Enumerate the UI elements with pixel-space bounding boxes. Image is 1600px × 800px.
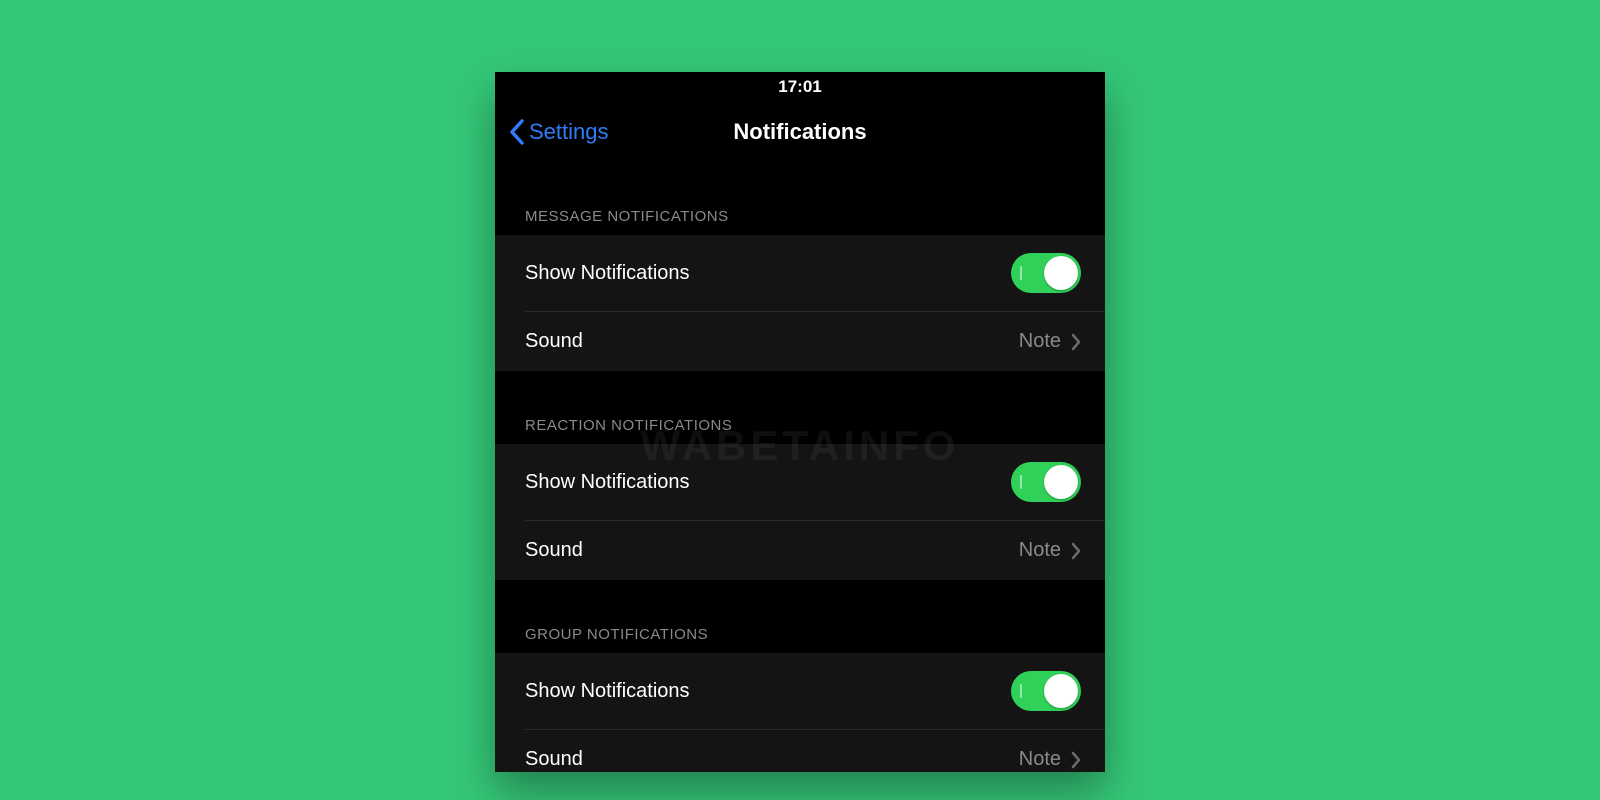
toggle-show-notifications[interactable]: [1011, 462, 1081, 502]
section-header-message: MESSAGE NOTIFICATIONS: [495, 208, 1105, 235]
row-label: Show Notifications: [525, 262, 690, 285]
toggle-show-notifications[interactable]: [1011, 671, 1081, 711]
row-show-notifications[interactable]: Show Notifications: [495, 653, 1105, 729]
chevron-left-icon: [509, 119, 525, 145]
status-bar: 17:01: [495, 72, 1105, 102]
chevron-right-icon: [1071, 751, 1081, 769]
row-label: Show Notifications: [525, 680, 690, 703]
section-gap: [495, 580, 1105, 626]
section-gap: [495, 371, 1105, 417]
row-label: Sound: [525, 748, 583, 771]
row-value: Note: [1019, 748, 1061, 771]
section-gap: [495, 162, 1105, 208]
chevron-right-icon: [1071, 333, 1081, 351]
status-time: 17:01: [778, 77, 821, 97]
row-label: Sound: [525, 330, 583, 353]
row-sound[interactable]: Sound Note: [525, 520, 1105, 580]
nav-bar: Settings Notifications: [495, 102, 1105, 162]
device-frame: 17:01 Settings Notifications WABETAINFO …: [495, 72, 1105, 772]
back-button[interactable]: Settings: [509, 102, 609, 162]
section-reaction: Show Notifications Sound Note: [495, 444, 1105, 580]
row-show-notifications[interactable]: Show Notifications: [495, 235, 1105, 311]
toggle-show-notifications[interactable]: [1011, 253, 1081, 293]
section-message: Show Notifications Sound Note: [495, 235, 1105, 371]
page-title: Notifications: [733, 119, 866, 145]
row-show-notifications[interactable]: Show Notifications: [495, 444, 1105, 520]
section-header-group: GROUP NOTIFICATIONS: [495, 626, 1105, 653]
row-label: Sound: [525, 539, 583, 562]
section-header-reaction: REACTION NOTIFICATIONS: [495, 417, 1105, 444]
row-label: Show Notifications: [525, 471, 690, 494]
row-value: Note: [1019, 330, 1061, 353]
back-label: Settings: [529, 119, 609, 145]
row-sound[interactable]: Sound Note: [525, 729, 1105, 772]
row-value: Note: [1019, 539, 1061, 562]
section-group: Show Notifications Sound Note: [495, 653, 1105, 772]
chevron-right-icon: [1071, 542, 1081, 560]
row-sound[interactable]: Sound Note: [525, 311, 1105, 371]
